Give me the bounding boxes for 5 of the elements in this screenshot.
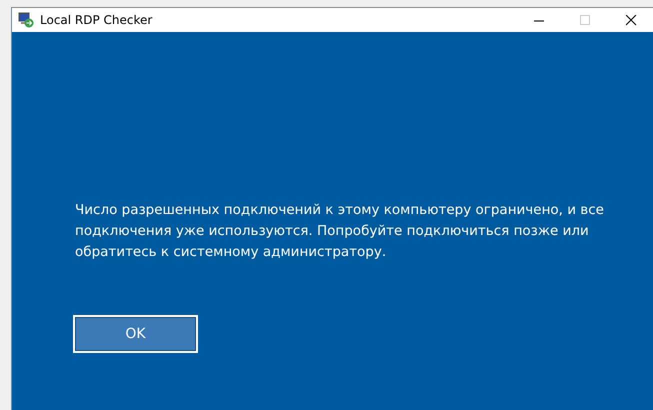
ok-button[interactable]: OK: [73, 315, 198, 353]
remote-desktop-icon: [18, 12, 34, 28]
error-message: Число разрешенных подключений к этому компьютеру ограничено, и все подключения уже используются. Попробуйте подключиться позже или обратитесь к системному администратору.: [75, 201, 605, 262]
window-title: Local RDP Checker: [40, 13, 154, 27]
close-icon[interactable]: [626, 14, 636, 26]
